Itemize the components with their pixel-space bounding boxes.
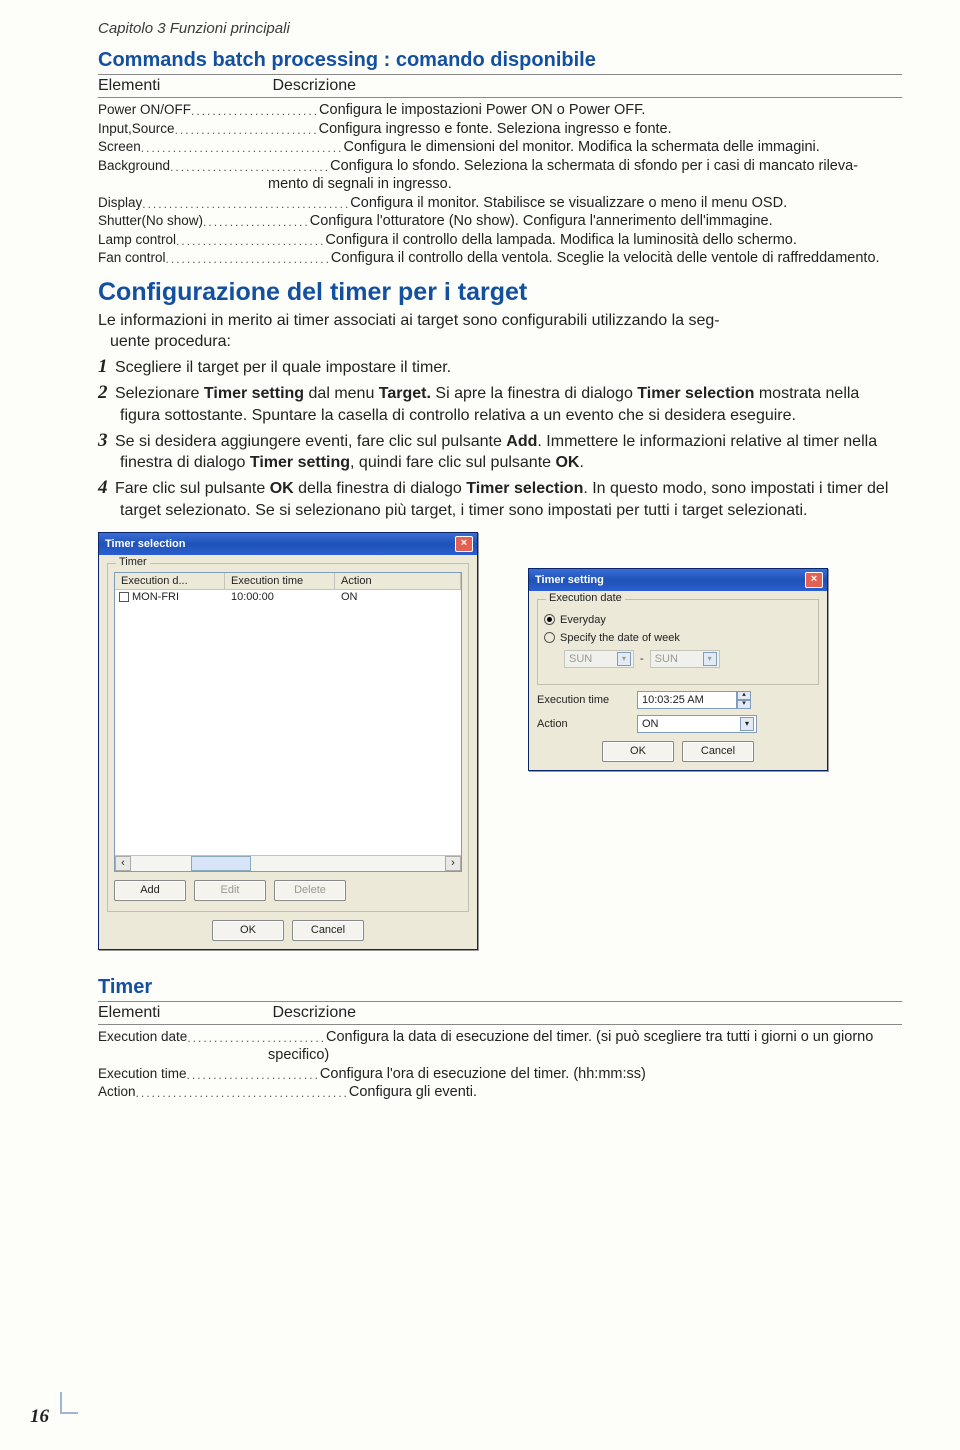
timer-selection-dialog: Timer selection × Timer Execution d... E…: [98, 532, 478, 950]
ok-button[interactable]: OK: [602, 741, 674, 762]
table-header: Elementi Descrizione: [98, 74, 902, 98]
chapter-header: Capitolo 3 Funzioni principali: [98, 20, 902, 37]
step-2: 2 Selezionare Timer setting dal menu Tar…: [98, 381, 902, 426]
table-header: Elementi Descrizione: [98, 1001, 902, 1025]
group-legend: Timer: [116, 556, 150, 568]
desc: Configura gli eventi.: [349, 1083, 902, 1102]
term: Lamp control: [98, 231, 176, 250]
intro-text: Le informazioni in merito ai timer assoc…: [98, 311, 902, 353]
chevron-down-icon: ▾: [703, 652, 717, 666]
list-item[interactable]: MON-FRI 10:00:00 ON: [115, 590, 461, 604]
timer-setting-dialog: Timer setting × Execution date Everyday …: [528, 568, 828, 771]
day-from-combo: SUN▾: [564, 650, 634, 668]
term: Shutter(No show): [98, 212, 203, 231]
group-legend: Execution date: [546, 592, 625, 604]
timer-groupbox: Timer Execution d... Execution time Acti…: [107, 563, 469, 912]
action-combo[interactable]: ON▾: [637, 715, 757, 733]
term: Input,Source: [98, 120, 175, 139]
desc-continuation: mento di segnali in ingresso.: [98, 175, 902, 194]
step-1: 1 Scegliere il target per il quale impos…: [98, 355, 902, 380]
close-icon[interactable]: ×: [805, 572, 823, 588]
term: Background: [98, 157, 170, 176]
list-header: Execution d... Execution time Action: [115, 573, 461, 590]
dialog-title: Timer selection: [105, 538, 186, 550]
delete-button[interactable]: Delete: [274, 880, 346, 901]
chevron-down-icon[interactable]: ▾: [740, 717, 754, 731]
section1-title: Commands batch processing : comando disp…: [98, 49, 902, 72]
section3-title: Timer: [98, 976, 902, 999]
desc: Configura il monitor. Stabilisce se visu…: [350, 194, 902, 213]
scroll-thumb[interactable]: [191, 856, 251, 871]
exec-date-groupbox: Execution date Everyday Specify the date…: [537, 599, 819, 685]
step-4: 4 Fare clic sul pulsante OK della finest…: [98, 476, 902, 521]
spin-up-icon[interactable]: ▴: [737, 691, 751, 700]
edit-button[interactable]: Edit: [194, 880, 266, 901]
col-descrizione: Descrizione: [272, 77, 356, 94]
page-number: 16: [30, 1406, 49, 1428]
exec-time-spinner[interactable]: 10:03:25 AM ▴▾: [637, 691, 751, 709]
section2-title: Configurazione del timer per i target: [98, 278, 902, 307]
desc: Configura le dimensioni del monitor. Mod…: [343, 138, 902, 157]
radio-icon[interactable]: [544, 614, 555, 625]
radio-icon[interactable]: [544, 632, 555, 643]
col-action[interactable]: Action: [335, 573, 461, 589]
term: Action: [98, 1083, 136, 1102]
scroll-track[interactable]: [131, 856, 445, 871]
titlebar[interactable]: Timer selection ×: [99, 533, 477, 555]
action-label: Action: [537, 718, 637, 730]
desc: Configura il controllo della lampada. Mo…: [325, 231, 902, 250]
term: Display: [98, 194, 142, 213]
term: Execution date: [98, 1028, 187, 1047]
desc: Configura ingresso e fonte. Seleziona in…: [319, 120, 902, 139]
dialog-title: Timer setting: [535, 574, 604, 586]
desc-continuation: specifico): [98, 1046, 902, 1065]
timer-list: Execution date..........................…: [98, 1028, 902, 1102]
desc: Configura il controllo della ventola. Sc…: [331, 249, 902, 268]
radio-specify[interactable]: Specify the date of week: [544, 632, 812, 644]
col-exec-date[interactable]: Execution d...: [115, 573, 225, 589]
col-elementi: Elementi: [98, 1004, 268, 1022]
desc: Configura le impostazioni Power ON o Pow…: [319, 101, 902, 120]
scroll-right-icon[interactable]: ›: [445, 856, 461, 871]
term: Power ON/OFF: [98, 101, 191, 120]
col-descrizione: Descrizione: [272, 1004, 356, 1021]
desc: Configura l'otturatore (No show). Config…: [310, 212, 902, 231]
close-icon[interactable]: ×: [455, 536, 473, 552]
timer-listbox[interactable]: Execution d... Execution time Action MON…: [114, 572, 462, 872]
col-exec-time[interactable]: Execution time: [225, 573, 335, 589]
cancel-button[interactable]: Cancel: [682, 741, 754, 762]
radio-everyday[interactable]: Everyday: [544, 614, 812, 626]
desc: Configura la data di esecuzione del time…: [326, 1028, 902, 1047]
horizontal-scrollbar[interactable]: ‹ ›: [115, 855, 461, 871]
ok-button[interactable]: OK: [212, 920, 284, 941]
desc: Configura lo sfondo. Seleziona la scherm…: [330, 157, 902, 176]
exec-time-label: Execution time: [537, 694, 637, 706]
commands-list: Power ON/OFF........................Conf…: [98, 101, 902, 268]
cancel-button[interactable]: Cancel: [292, 920, 364, 941]
day-to-combo: SUN▾: [650, 650, 720, 668]
chevron-down-icon: ▾: [617, 652, 631, 666]
step-3: 3 Se si desidera aggiungere eventi, fare…: [98, 429, 902, 474]
spin-down-icon[interactable]: ▾: [737, 700, 751, 709]
scroll-left-icon[interactable]: ‹: [115, 856, 131, 871]
term: Screen: [98, 138, 141, 157]
add-button[interactable]: Add: [114, 880, 186, 901]
titlebar[interactable]: Timer setting ×: [529, 569, 827, 591]
desc: Configura l'ora di esecuzione del timer.…: [320, 1065, 902, 1084]
term: Fan control: [98, 249, 166, 268]
checkbox-icon[interactable]: [119, 592, 129, 602]
col-elementi: Elementi: [98, 77, 268, 95]
term: Execution time: [98, 1065, 187, 1084]
